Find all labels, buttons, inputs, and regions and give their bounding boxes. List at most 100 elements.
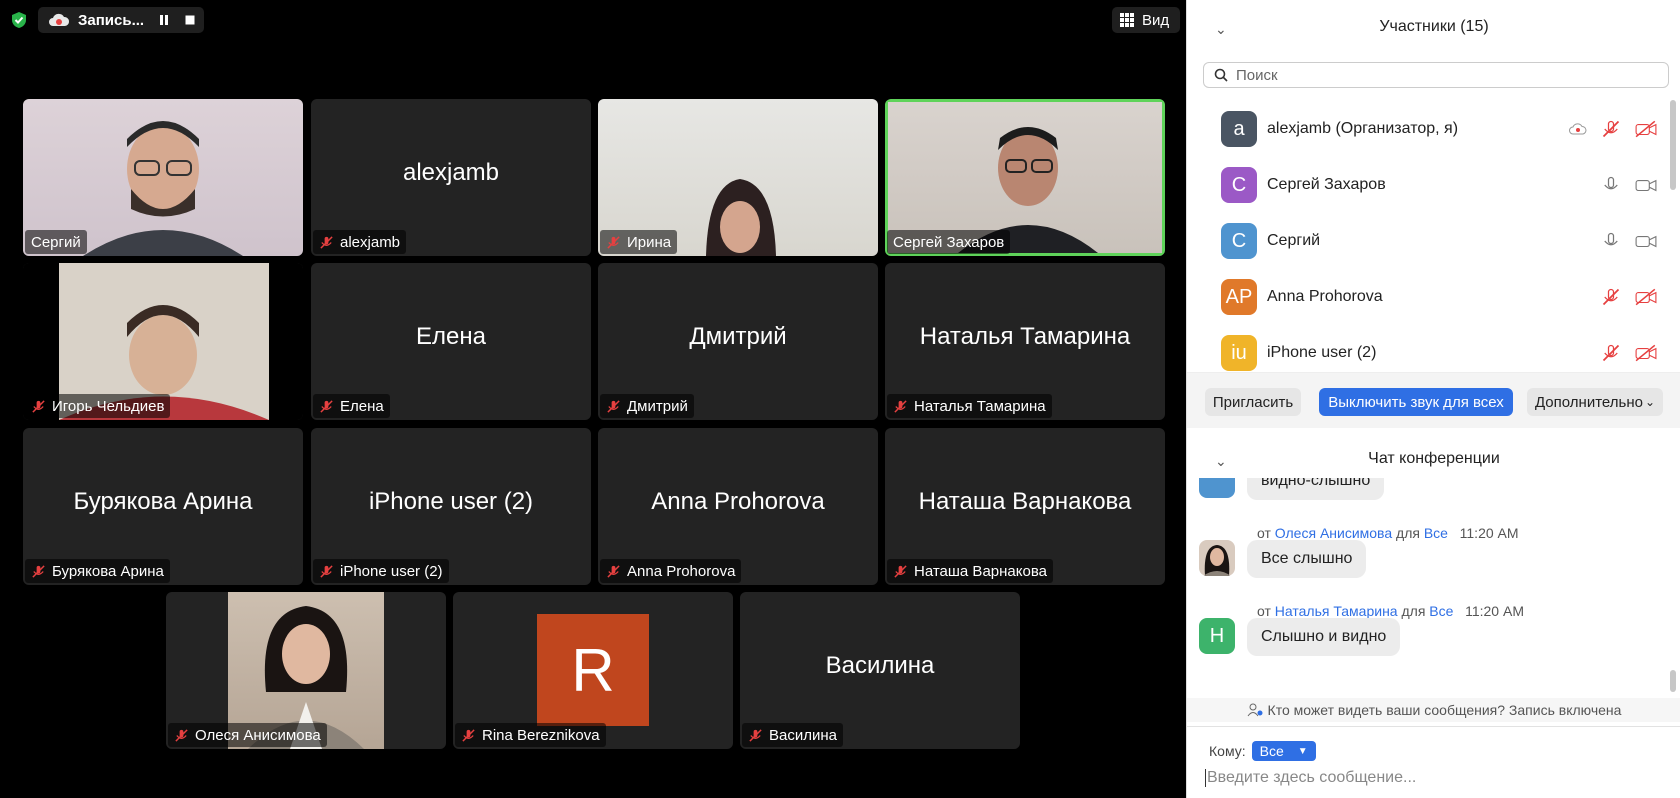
avatar: a — [1221, 111, 1257, 147]
video-tile[interactable]: Наталья Тамарина Наталья Тамарина — [885, 263, 1165, 420]
chat-meta: от Наталья Тамарина для Все 11:20 AM — [1257, 603, 1524, 619]
tile-label: Игорь Чельдиев — [25, 394, 171, 418]
view-button[interactable]: Вид — [1112, 7, 1180, 33]
recipient-name[interactable]: Все — [1424, 525, 1448, 541]
video-tile[interactable]: alexjamb alexjamb — [311, 99, 591, 256]
tile-label: Наталья Тамарина — [887, 394, 1052, 418]
tile-label: Елена — [313, 394, 390, 418]
participant-row[interactable]: AP Anna Prohorova — [1187, 271, 1667, 323]
mic-muted-icon — [607, 399, 620, 413]
avatar — [1199, 540, 1235, 576]
video-tile[interactable]: Василина Василина — [740, 592, 1020, 749]
cloud-record-icon — [49, 13, 70, 26]
invite-button[interactable]: Пригласить — [1205, 388, 1301, 416]
mic-muted-icon[interactable] — [1601, 287, 1621, 307]
recipient-name[interactable]: Все — [1429, 603, 1453, 619]
sender-name[interactable]: Олеся Анисимова — [1275, 525, 1392, 541]
avatar: Н — [1199, 618, 1235, 654]
camera-icon[interactable] — [1635, 175, 1657, 195]
chevron-down-icon[interactable]: ⌄ — [1215, 21, 1227, 37]
tile-name-display: iPhone user (2) — [368, 487, 534, 515]
recording-indicator[interactable]: Запись... — [38, 7, 204, 33]
video-tile[interactable]: iPhone user (2) iPhone user (2) — [311, 428, 591, 585]
participant-search-input[interactable]: Поиск — [1203, 62, 1669, 88]
shield-check-icon[interactable] — [10, 11, 28, 29]
sender-name[interactable]: Наталья Тамарина — [1275, 603, 1398, 619]
mic-muted-icon[interactable] — [1601, 343, 1621, 363]
avatar: AP — [1221, 279, 1257, 315]
chat-bubble: Все слышно — [1247, 540, 1367, 578]
tile-label: Rina Bereznikova — [455, 723, 606, 747]
mic-muted-icon — [894, 399, 907, 413]
participants-title: Участники (15) — [1379, 18, 1489, 35]
person-lock-icon — [1247, 703, 1263, 717]
camera-off-icon[interactable] — [1635, 119, 1657, 139]
tile-label: Василина — [742, 723, 843, 747]
recipient-selector: Кому: Все ▼ — [1209, 741, 1316, 761]
mic-icon[interactable] — [1601, 231, 1621, 251]
chat-bubble: видно-слышно — [1247, 478, 1385, 500]
video-tile[interactable]: Олеся Анисимова — [166, 592, 446, 749]
avatar — [1199, 478, 1235, 498]
chat-title: Чат конференции — [1368, 450, 1500, 467]
mic-muted-icon — [320, 564, 333, 578]
video-tile[interactable]: Наташа Варнакова Наташа Варнакова — [885, 428, 1165, 585]
mic-muted-icon — [320, 235, 333, 249]
participant-name: Anna Prohorova — [1267, 288, 1383, 305]
mic-icon[interactable] — [1601, 175, 1621, 195]
video-tile[interactable]: Игорь Чельдиев — [23, 263, 303, 420]
stop-recording-icon[interactable] — [184, 14, 196, 26]
mic-muted-icon — [32, 564, 45, 578]
participant-name: Сергий — [1267, 232, 1321, 249]
mic-muted-icon — [32, 399, 45, 413]
grid-view-icon — [1120, 13, 1134, 27]
camera-icon[interactable] — [1635, 231, 1657, 251]
mute-all-button[interactable]: Выключить звук для всех — [1319, 388, 1513, 416]
video-tile[interactable]: Ирина — [598, 99, 878, 256]
chevron-down-icon[interactable]: ⌄ — [1215, 453, 1227, 469]
tile-label: Олеся Анисимова — [168, 723, 327, 747]
participant-row[interactable]: С Сергей Захаров — [1187, 159, 1667, 211]
camera-off-icon[interactable] — [1635, 287, 1657, 307]
participants-scrollbar[interactable] — [1670, 100, 1676, 190]
chat-bubble: Слышно и видно — [1247, 618, 1401, 656]
pause-recording-icon[interactable] — [158, 14, 170, 26]
participant-name: alexjamb (Организатор, я) — [1267, 120, 1459, 137]
video-tile[interactable]: Сергий — [23, 99, 303, 256]
video-tile[interactable]: Елена Елена — [311, 263, 591, 420]
participants-header: ⌄ Участники (15) — [1187, 0, 1680, 54]
participant-row[interactable]: a alexjamb (Организатор, я) — [1187, 103, 1667, 155]
camera-off-icon[interactable] — [1635, 343, 1657, 363]
tile-label: Наташа Варнакова — [887, 559, 1053, 583]
avatar-tile-image: R — [537, 614, 649, 726]
avatar: С — [1221, 167, 1257, 203]
participant-name: Сергей Захаров — [1267, 176, 1386, 193]
avatar-photo — [1203, 545, 1231, 576]
chat-scrollbar[interactable] — [1670, 670, 1676, 692]
recipient-dropdown[interactable]: Все ▼ — [1251, 741, 1316, 761]
tile-name-display: Anna Prohorova — [651, 487, 825, 515]
tile-name-display: Бурякова Арина — [73, 487, 253, 515]
participant-row[interactable]: С Сергий — [1187, 215, 1667, 267]
tile-name-display: alexjamb — [402, 158, 500, 186]
avatar: С — [1221, 223, 1257, 259]
tile-name-display: Наташа Варнакова — [918, 487, 1132, 515]
tile-label: Сергий — [25, 230, 87, 254]
chat-visibility-notice[interactable]: Кто может видеть ваши сообщения? Запись … — [1187, 698, 1680, 722]
video-tile[interactable]: Бурякова Арина Бурякова Арина — [23, 428, 303, 585]
video-tile[interactable]: Anna Prohorova Anna Prohorova — [598, 428, 878, 585]
video-tile[interactable]: R Rina Bereznikova — [453, 592, 733, 749]
tile-label: Anna Prohorova — [600, 559, 742, 583]
more-options-button[interactable]: Дополнительно ⌄ — [1527, 388, 1663, 416]
participants-list: a alexjamb (Организатор, я) С Сергей Зах… — [1187, 100, 1680, 372]
video-tile-active-speaker[interactable]: Сергей Захаров — [885, 99, 1165, 256]
mic-muted-icon — [894, 564, 907, 578]
mic-muted-icon[interactable] — [1601, 119, 1621, 139]
participant-row[interactable]: iu iPhone user (2) — [1187, 327, 1667, 372]
mic-muted-icon — [749, 728, 762, 742]
mic-muted-icon — [320, 399, 333, 413]
video-tile[interactable]: Дмитрий Дмитрий — [598, 263, 878, 420]
avatar: iu — [1221, 335, 1257, 371]
tile-name-display: Дмитрий — [689, 322, 787, 350]
chat-message-input[interactable]: Введите здесь сообщение... — [1207, 769, 1416, 787]
